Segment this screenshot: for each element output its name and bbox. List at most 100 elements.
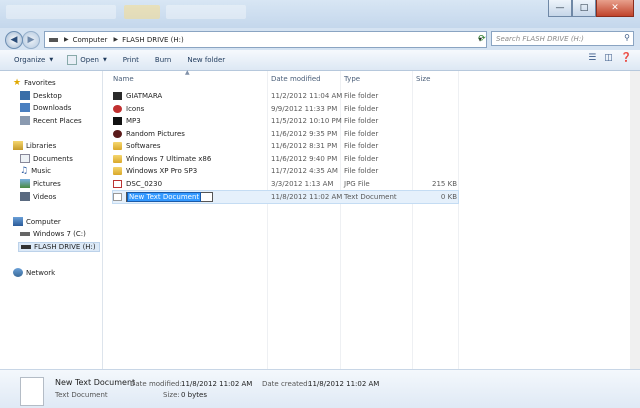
details-created-value: 11/8/2012 11:02 AM bbox=[308, 380, 380, 388]
column-header-type[interactable]: Type bbox=[344, 71, 360, 86]
drive-icon bbox=[49, 37, 58, 42]
new-folder-label: New folder bbox=[187, 56, 226, 64]
table-row[interactable]: DSC_0230 3/3/2012 1:13 AM JPG File 215 K… bbox=[113, 178, 458, 190]
refresh-icon[interactable]: ⟳ bbox=[476, 31, 488, 46]
file-type: Text Document bbox=[344, 193, 397, 201]
file-name: Softwares bbox=[126, 142, 161, 150]
nav-windows7-drive[interactable]: Windows 7 (C:) bbox=[20, 230, 86, 238]
blurred-taskbar-area bbox=[6, 5, 116, 19]
breadcrumb-computer[interactable]: Computer bbox=[73, 36, 108, 44]
blurred-taskbar-area bbox=[124, 5, 160, 19]
minimize-button[interactable]: — bbox=[548, 0, 572, 17]
nav-recent-places[interactable]: Recent Places bbox=[20, 116, 82, 125]
navigation-pane: ★ Favorites Desktop Downloads Recent Plac… bbox=[0, 71, 103, 369]
text-file-icon bbox=[20, 377, 44, 406]
file-date: 11/5/2012 10:10 PM bbox=[271, 117, 342, 125]
nav-libraries[interactable]: Libraries bbox=[13, 141, 56, 150]
file-date: 11/6/2012 9:40 PM bbox=[271, 155, 338, 163]
open-label: Open bbox=[80, 56, 99, 64]
column-label: Name bbox=[113, 74, 134, 83]
nav-label: Computer bbox=[26, 217, 61, 226]
details-pane: New Text Document Text Document Date mod… bbox=[0, 369, 640, 408]
help-icon[interactable]: ❓ bbox=[621, 53, 632, 63]
nav-music[interactable]: ♫ Music bbox=[20, 166, 51, 176]
new-folder-button[interactable]: New folder bbox=[187, 56, 225, 64]
table-row[interactable]: Random Pictures 11/6/2012 9:35 PM File f… bbox=[113, 128, 458, 140]
preview-pane-icon[interactable]: ◫ bbox=[604, 53, 613, 63]
open-button[interactable]: Open ▼ bbox=[67, 55, 107, 65]
column-header-date[interactable]: Date modified bbox=[271, 71, 321, 86]
file-date: 3/3/2012 1:13 AM bbox=[271, 180, 334, 188]
nav-network[interactable]: Network bbox=[13, 268, 55, 277]
nav-pictures[interactable]: Pictures bbox=[20, 179, 61, 188]
table-row-selected[interactable]: New Text Document 11/8/2012 11:02 AM Tex… bbox=[112, 190, 459, 204]
maximize-button[interactable]: □ bbox=[572, 0, 596, 17]
details-file-type: Text Document bbox=[55, 391, 108, 399]
search-input[interactable]: Search FLASH DRIVE (H:) ⚲ bbox=[491, 31, 634, 46]
table-row[interactable]: GIATMARA 11/2/2012 11:04 AM File folder bbox=[113, 90, 458, 102]
file-name: Windows 7 Ultimate x86 bbox=[126, 155, 212, 163]
table-row[interactable]: Icons 9/9/2012 11:33 PM File folder bbox=[113, 103, 458, 115]
forward-button[interactable]: ▶ bbox=[22, 31, 40, 49]
nav-label: Downloads bbox=[33, 103, 72, 112]
command-bar: Organize ▼ Open ▼ Print Burn New folder ☰ … bbox=[0, 50, 640, 71]
address-bar[interactable]: ▶ Computer ▶ FLASH DRIVE (H:) ▼ bbox=[44, 31, 487, 48]
burn-label: Burn bbox=[154, 56, 172, 64]
file-type: File folder bbox=[344, 117, 379, 125]
computer-icon bbox=[13, 217, 23, 226]
table-row[interactable]: Windows 7 Ultimate x86 11/6/2012 9:40 PM… bbox=[113, 153, 458, 165]
nav-downloads[interactable]: Downloads bbox=[20, 103, 71, 112]
nav-videos[interactable]: Videos bbox=[20, 192, 56, 201]
libraries-icon bbox=[13, 141, 23, 150]
nav-label: Network bbox=[26, 268, 56, 277]
table-row[interactable]: Windows XP Pro SP3 11/7/2012 4:35 AM Fil… bbox=[113, 165, 458, 177]
address-row: ◀ ▶ ▶ Computer ▶ FLASH DRIVE (H:) ▼ ⟳ Se… bbox=[0, 28, 640, 50]
folder-icon bbox=[113, 155, 122, 163]
nav-label: FLASH DRIVE (H:) bbox=[34, 243, 96, 251]
nav-label: Pictures bbox=[33, 179, 61, 188]
file-type: File folder bbox=[344, 105, 379, 113]
nav-favorites[interactable]: ★ Favorites bbox=[13, 78, 56, 88]
file-type: File folder bbox=[344, 92, 379, 100]
nav-desktop[interactable]: Desktop bbox=[20, 91, 62, 100]
rename-input[interactable]: New Text Document bbox=[126, 192, 214, 202]
file-type: File folder bbox=[344, 155, 379, 163]
file-type: JPG File bbox=[344, 180, 370, 188]
desktop-icon bbox=[20, 91, 30, 100]
file-name: DSC_0230 bbox=[126, 180, 163, 188]
file-type: File folder bbox=[344, 130, 379, 138]
file-type: File folder bbox=[344, 142, 379, 150]
print-button[interactable]: Print bbox=[123, 56, 139, 64]
table-row[interactable]: Softwares 11/6/2012 8:31 PM File folder bbox=[113, 140, 458, 152]
folder-icon bbox=[113, 92, 122, 100]
table-row[interactable]: MP3 11/5/2012 10:10 PM File folder bbox=[113, 115, 458, 127]
folder-icon bbox=[113, 117, 122, 125]
column-label: Size bbox=[416, 74, 431, 83]
star-icon: ★ bbox=[13, 78, 22, 88]
breadcrumb-chevron-icon[interactable]: ▶ bbox=[64, 36, 69, 43]
nav-documents[interactable]: Documents bbox=[20, 154, 73, 163]
nav-computer[interactable]: Computer bbox=[13, 217, 61, 226]
burn-button[interactable]: Burn bbox=[155, 56, 171, 64]
notepad-icon bbox=[67, 55, 78, 65]
view-options-icon[interactable]: ☰ bbox=[588, 53, 596, 63]
file-size: 0 KB bbox=[440, 193, 457, 201]
nav-label: Windows 7 (C:) bbox=[33, 230, 86, 238]
column-divider[interactable] bbox=[458, 71, 459, 369]
breadcrumb-flash-drive[interactable]: FLASH DRIVE (H:) bbox=[122, 36, 184, 44]
videos-icon bbox=[20, 192, 30, 201]
documents-icon bbox=[20, 154, 30, 163]
nav-flash-drive[interactable]: FLASH DRIVE (H:) bbox=[18, 242, 100, 252]
search-icon[interactable]: ⚲ bbox=[624, 33, 630, 42]
back-button[interactable]: ◀ bbox=[5, 31, 23, 49]
breadcrumb-chevron-icon[interactable]: ▶ bbox=[113, 36, 118, 43]
column-header-size[interactable]: Size bbox=[416, 71, 430, 86]
file-name: Random Pictures bbox=[126, 130, 185, 138]
drive-icon bbox=[21, 245, 31, 249]
vertical-scrollbar[interactable] bbox=[630, 71, 640, 369]
column-header-name[interactable]: Name bbox=[113, 71, 134, 86]
close-button[interactable]: ✕ bbox=[596, 0, 634, 17]
organize-button[interactable]: Organize ▼ bbox=[14, 56, 53, 64]
rename-text[interactable]: New Text Document bbox=[126, 192, 202, 202]
folder-icon bbox=[113, 130, 122, 138]
